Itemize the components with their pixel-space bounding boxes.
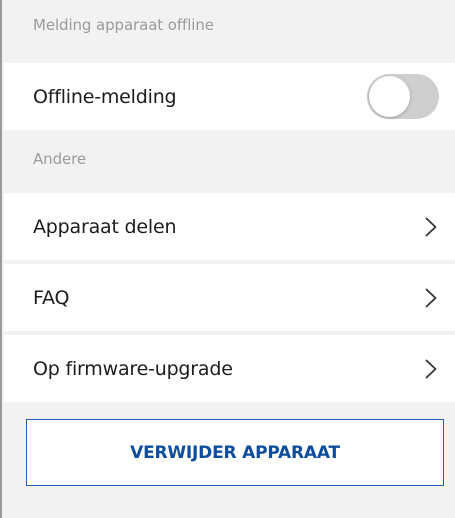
section-header-other: Andere bbox=[33, 150, 86, 168]
menu-item-label: Op firmware-upgrade bbox=[33, 357, 233, 380]
remove-device-button[interactable]: VERWIJDER APPARAAT bbox=[26, 419, 444, 486]
offline-notification-row[interactable]: Offline-melding bbox=[4, 63, 455, 130]
menu-item-label: Apparaat delen bbox=[33, 215, 177, 238]
chevron-right-icon bbox=[425, 359, 437, 378]
chevron-right-icon bbox=[425, 217, 437, 236]
menu-item-firmware-upgrade[interactable]: Op firmware-upgrade bbox=[4, 335, 455, 402]
device-settings-screen: Melding apparaat offline Offline-melding… bbox=[0, 0, 455, 518]
menu-item-faq[interactable]: FAQ bbox=[4, 264, 455, 331]
offline-notification-toggle[interactable] bbox=[367, 74, 439, 119]
menu-item-label: FAQ bbox=[33, 286, 70, 309]
offline-notification-label: Offline-melding bbox=[33, 85, 177, 108]
menu-item-share-device[interactable]: Apparaat delen bbox=[4, 193, 455, 260]
section-header-offline: Melding apparaat offline bbox=[33, 16, 214, 34]
toggle-knob bbox=[369, 76, 410, 117]
chevron-right-icon bbox=[425, 288, 437, 307]
